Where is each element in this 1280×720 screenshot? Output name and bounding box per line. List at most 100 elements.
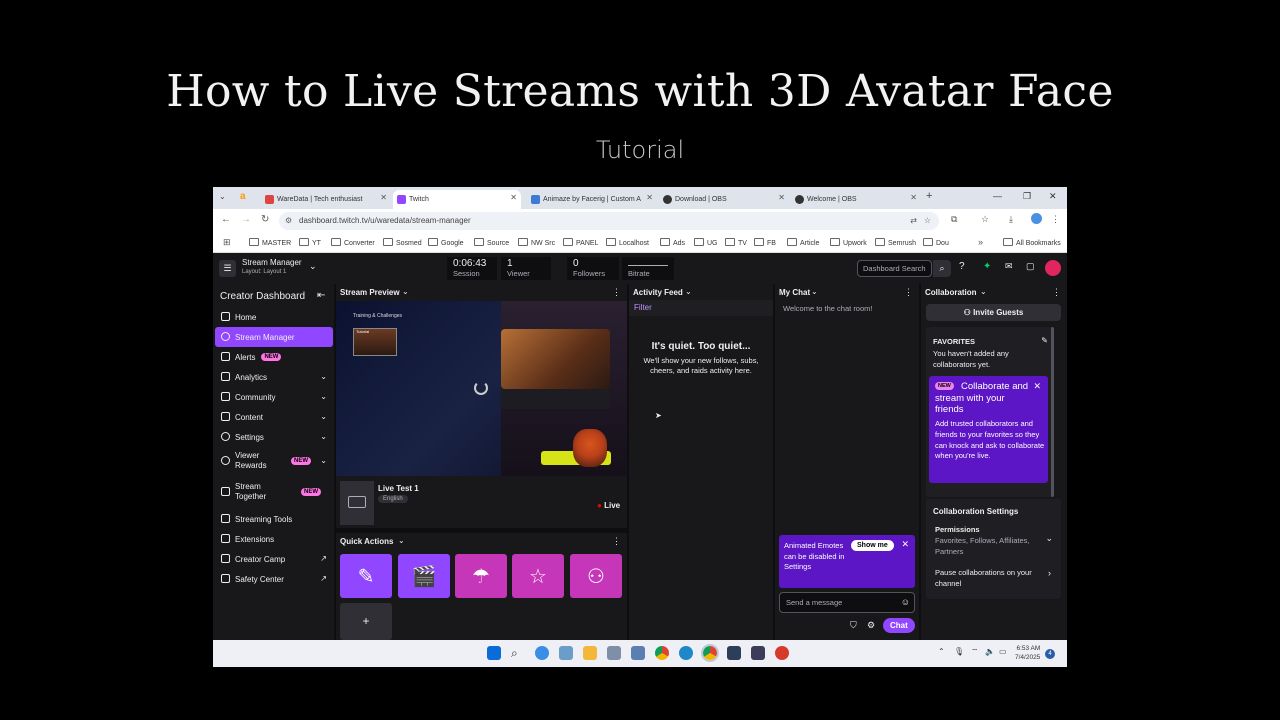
whispers-icon[interactable]: ▢ — [1026, 261, 1035, 272]
emote-picker-icon[interactable]: ☺ — [901, 597, 910, 607]
apps-grid-icon[interactable]: ⊞ — [223, 237, 231, 248]
tab-obs-welcome[interactable]: Welcome | OBS ✕ — [791, 190, 921, 209]
chevron-down-icon[interactable]: ⌄ — [811, 287, 818, 296]
chevron-down-icon[interactable]: ⌄ — [402, 287, 409, 296]
sparkle-icon[interactable]: ✦ — [983, 261, 991, 272]
close-window-button[interactable]: ✕ — [1049, 191, 1057, 202]
bookmark-item[interactable]: Source — [474, 238, 509, 247]
bookmark-item[interactable]: Dou — [923, 238, 949, 247]
app-icon[interactable] — [775, 646, 789, 660]
tab-waredata[interactable]: WareData | Tech enthusiast ✕ — [261, 190, 391, 209]
profile-avatar[interactable] — [1031, 213, 1042, 224]
more-bookmarks-icon[interactable]: » — [978, 237, 983, 247]
sidebar-item-stream-together[interactable]: Stream Together NEW — [215, 478, 333, 506]
chevron-down-icon[interactable]: ⌄ — [1045, 533, 1053, 544]
star-icon[interactable]: ☆ — [981, 214, 989, 225]
dashboard-search-input[interactable]: Dashboard Search — [857, 260, 932, 277]
widgets-icon[interactable] — [559, 646, 573, 660]
bookmark-item[interactable]: PANEL — [563, 238, 598, 247]
bookmark-item[interactable]: Localhost — [606, 238, 649, 247]
chevron-right-icon[interactable]: › — [1048, 568, 1051, 578]
site-info-icon[interactable]: ⚙ — [285, 212, 292, 230]
clock[interactable]: 6:53 AM 7/4/2025 — [1015, 644, 1040, 662]
more-options-icon[interactable]: ⋮ — [904, 287, 913, 298]
close-icon[interactable]: ✕ — [910, 193, 917, 202]
app-icon[interactable] — [727, 646, 741, 660]
tab-twitch[interactable]: Twitch ✕ — [393, 190, 521, 209]
sidebar-item-analytics[interactable]: Analytics ⌄ — [215, 367, 333, 387]
scrollbar[interactable] — [1051, 327, 1054, 497]
moderation-icon[interactable]: ⛉ — [850, 620, 857, 631]
chrome-active-icon[interactable] — [701, 644, 719, 662]
hamburger-icon[interactable]: ☰ — [219, 260, 236, 277]
sidebar-item-extensions[interactable]: Extensions — [215, 529, 333, 549]
sidebar-item-community[interactable]: Community ⌄ — [215, 387, 333, 407]
back-icon[interactable]: ← — [221, 214, 231, 225]
bookmark-item[interactable]: Semrush — [875, 238, 916, 247]
close-icon[interactable]: ✕ — [380, 193, 387, 202]
chevron-down-icon[interactable]: ⌄ — [685, 287, 692, 296]
tab-animaze[interactable]: Animaze by Facerig | Custom A ✕ — [527, 190, 657, 209]
app-icon[interactable] — [751, 646, 765, 660]
chat-send-button[interactable]: Chat — [883, 618, 915, 633]
sidebar-item-content[interactable]: Content ⌄ — [215, 407, 333, 427]
notepad-icon[interactable] — [607, 646, 621, 660]
bookmark-item[interactable]: YT — [299, 238, 321, 247]
layout-chevron-icon[interactable]: ⌄ — [309, 261, 317, 272]
pause-collaborations-option[interactable]: Pause collaborations on your channel — [935, 568, 1035, 589]
close-icon[interactable]: ✕ — [778, 193, 785, 202]
start-icon[interactable] — [487, 646, 501, 660]
bookmark-item[interactable]: Ads — [660, 238, 685, 247]
tray-chevron-icon[interactable]: ⌃ — [938, 647, 945, 656]
extensions-icon[interactable]: ⧉ — [951, 214, 957, 225]
sidebar-item-settings[interactable]: Settings ⌄ — [215, 427, 333, 447]
edit-icon[interactable]: ✎ — [1041, 336, 1048, 345]
show-me-button[interactable]: Show me — [851, 540, 894, 551]
raid-button[interactable]: ☂ — [455, 554, 507, 598]
mic-icon[interactable]: 🎙 — [954, 647, 964, 656]
bookmark-item[interactable]: Google — [428, 238, 464, 247]
minimize-button[interactable]: — — [993, 191, 1002, 201]
bookmark-item[interactable]: Article — [787, 238, 819, 247]
bookmark-item[interactable]: UG — [694, 238, 718, 247]
tab-list-icon[interactable]: ⌄ — [219, 192, 226, 201]
gear-icon[interactable]: ⚙ — [867, 620, 875, 631]
search-icon[interactable]: ⌕ — [933, 260, 951, 277]
close-icon[interactable]: ✕ — [510, 193, 517, 202]
chevron-down-icon[interactable]: ⌄ — [398, 536, 405, 545]
maximize-button[interactable]: ❐ — [1023, 191, 1031, 202]
copilot-icon[interactable] — [535, 646, 549, 660]
sidebar-item-stream-manager[interactable]: Stream Manager — [215, 327, 333, 347]
more-options-icon[interactable]: ⋮ — [1052, 287, 1061, 298]
collapse-icon[interactable]: ⇤ — [317, 290, 325, 301]
close-icon[interactable]: ✕ — [901, 539, 909, 550]
edit-stream-info-button[interactable]: ✎ — [340, 554, 392, 598]
sidebar-item-safety-center[interactable]: Safety Center ↗ — [215, 569, 333, 589]
add-marker-button[interactable]: 🎬 — [398, 554, 450, 598]
help-icon[interactable]: ? — [959, 261, 965, 272]
amazon-tab-icon[interactable]: a — [240, 191, 246, 202]
bookmark-item[interactable]: TV — [725, 238, 747, 247]
new-tab-button[interactable]: + — [926, 190, 932, 202]
sidebar-item-alerts[interactable]: Alerts NEW — [215, 347, 333, 367]
sidebar-item-streaming-tools[interactable]: Streaming Tools — [215, 509, 333, 529]
app-icon[interactable] — [631, 646, 645, 660]
notification-badge[interactable]: 4 — [1045, 649, 1055, 659]
bookmark-item[interactable]: Converter — [331, 238, 375, 247]
sidebar-item-creator-camp[interactable]: Creator Camp ↗ — [215, 549, 333, 569]
chat-input[interactable]: Send a message ☺ — [779, 592, 915, 613]
rewards-queue-button[interactable]: ☆ — [512, 554, 564, 598]
close-icon[interactable]: ✕ — [646, 193, 653, 202]
file-explorer-icon[interactable] — [583, 646, 597, 660]
bookmark-item[interactable]: MASTER — [249, 238, 291, 247]
more-options-icon[interactable]: ⋮ — [612, 536, 621, 547]
wifi-icon[interactable]: ⌔ — [971, 647, 979, 657]
download-icon[interactable]: ⤓ — [1009, 214, 1013, 225]
bookmark-item[interactable]: FB — [754, 238, 776, 247]
add-quick-action-button[interactable]: + — [340, 603, 392, 640]
forward-icon[interactable]: → — [241, 214, 251, 225]
permissions-value[interactable]: Favorites, Follows, Affiliates, Partners — [935, 536, 1030, 557]
video-player[interactable]: Training & Challenges Tutorial — [336, 301, 627, 476]
tab-obs-download[interactable]: Download | OBS ✕ — [659, 190, 789, 209]
bookmark-star-icon[interactable]: ☆ — [924, 212, 931, 230]
